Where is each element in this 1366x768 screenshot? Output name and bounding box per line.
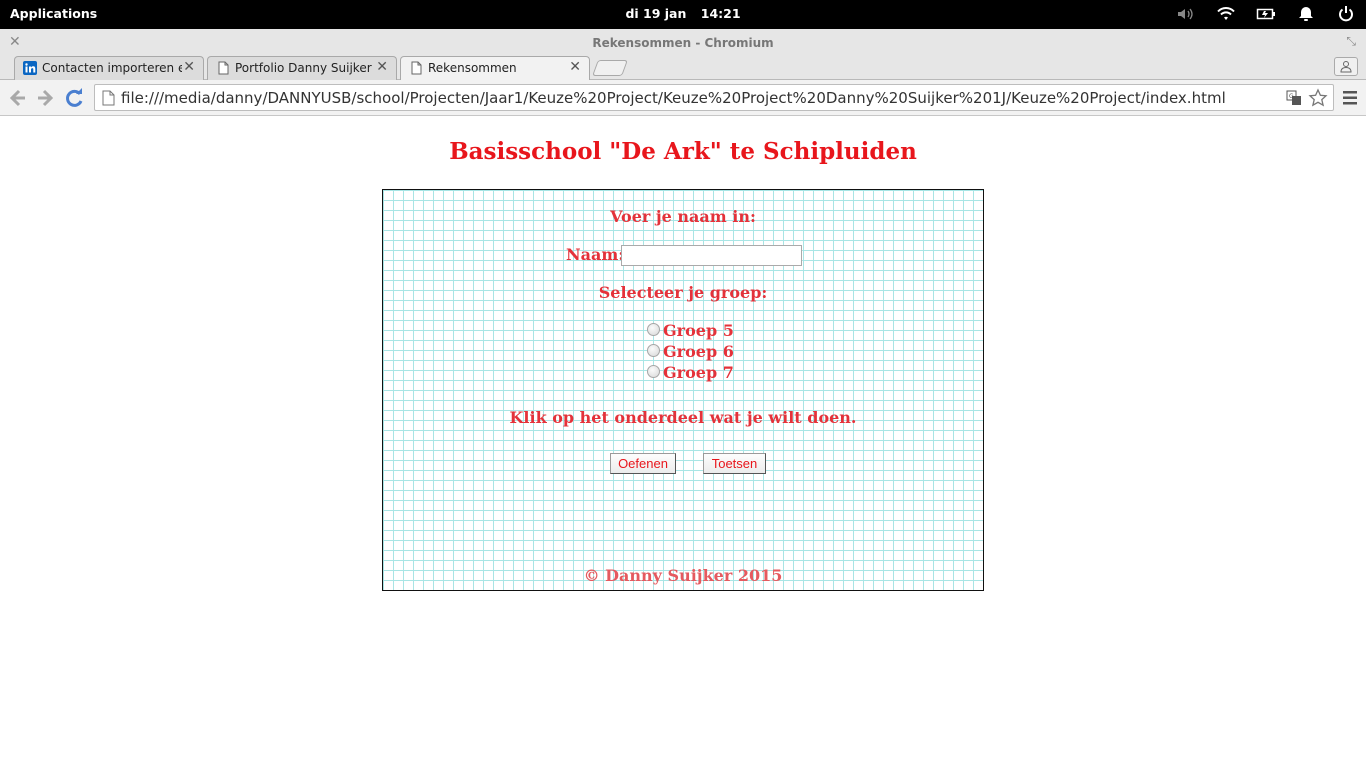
page-icon (411, 61, 422, 75)
radio-button[interactable] (647, 365, 660, 378)
linkedin-icon (23, 61, 37, 75)
page-icon (102, 90, 115, 106)
back-arrow-icon[interactable] (6, 87, 28, 109)
window-title: Rekensommen - Chromium (592, 36, 774, 50)
volume-icon[interactable] (1176, 5, 1196, 23)
tab-strip: Contacten importeren en u ✕ Portfolio Da… (0, 56, 1366, 81)
grid-panel: Voer je naam in: Naam: Selecteer je groe… (382, 189, 984, 591)
radio-button[interactable] (647, 344, 660, 357)
tab-close-icon[interactable]: ✕ (376, 59, 388, 75)
page-viewport: Basisschool "De Ark" te Schipluiden Voer… (0, 117, 1366, 768)
page-heading: Basisschool "De Ark" te Schipluiden (449, 138, 917, 165)
battery-icon[interactable] (1256, 5, 1276, 23)
copyright-footer: © Danny Suijker 2015 (583, 566, 783, 585)
tab-label: Rekensommen (428, 61, 517, 75)
power-icon[interactable] (1336, 5, 1356, 23)
system-time: 14:21 (700, 6, 741, 21)
translate-icon[interactable]: G (1286, 90, 1302, 106)
forward-arrow-icon[interactable] (35, 87, 57, 109)
system-clock[interactable]: di 19 jan 14:21 (0, 6, 1366, 21)
tab-label: Contacten importeren en u (42, 61, 182, 75)
oefenen-button[interactable]: Oefenen (610, 453, 676, 474)
svg-text:G: G (1289, 93, 1294, 100)
group-prompt: Selecteer je groep: (598, 283, 768, 302)
radio-label: Groep 7 (663, 363, 734, 382)
browser-toolbar: file:///media/danny/DANNYUSB/school/Proj… (0, 80, 1366, 116)
reload-icon[interactable] (63, 87, 85, 109)
name-prompt: Voer je naam in: (610, 207, 756, 226)
tab-linkedin[interactable]: Contacten importeren en u ✕ (14, 56, 204, 80)
tab-close-icon[interactable]: ✕ (569, 59, 581, 75)
notification-bell-icon[interactable] (1296, 5, 1316, 23)
name-label: Naam: (566, 245, 625, 264)
window-title-bar[interactable]: ✕ Rekensommen - Chromium ⤡ (0, 29, 1366, 56)
new-tab-button[interactable] (592, 60, 628, 76)
tab-close-icon[interactable]: ✕ (183, 59, 195, 75)
person-icon (1340, 61, 1352, 73)
bookmark-star-icon[interactable] (1308, 88, 1328, 108)
tab-label: Portfolio Danny Suijker (235, 61, 372, 75)
profile-button[interactable] (1334, 57, 1358, 76)
action-prompt: Klik op het onderdeel wat je wilt doen. (509, 408, 857, 427)
hamburger-menu-icon[interactable] (1343, 90, 1357, 106)
system-top-bar: Applications di 19 jan 14:21 (0, 0, 1366, 29)
radio-button[interactable] (647, 323, 660, 336)
system-date: di 19 jan (625, 6, 687, 21)
address-bar[interactable]: file:///media/danny/DANNYUSB/school/Proj… (94, 84, 1334, 111)
toetsen-button[interactable]: Toetsen (703, 453, 766, 474)
window-restore-icon[interactable]: ⤡ (1346, 34, 1356, 49)
wifi-icon[interactable] (1216, 5, 1236, 23)
tab-portfolio[interactable]: Portfolio Danny Suijker ✕ (207, 56, 397, 80)
radio-label: Groep 6 (663, 342, 734, 361)
radio-label: Groep 5 (663, 321, 734, 340)
url-text[interactable]: file:///media/danny/DANNYUSB/school/Proj… (121, 89, 1226, 107)
name-input[interactable] (621, 245, 802, 266)
page-icon (218, 61, 229, 75)
tab-rekensommen[interactable]: Rekensommen ✕ (400, 56, 590, 81)
